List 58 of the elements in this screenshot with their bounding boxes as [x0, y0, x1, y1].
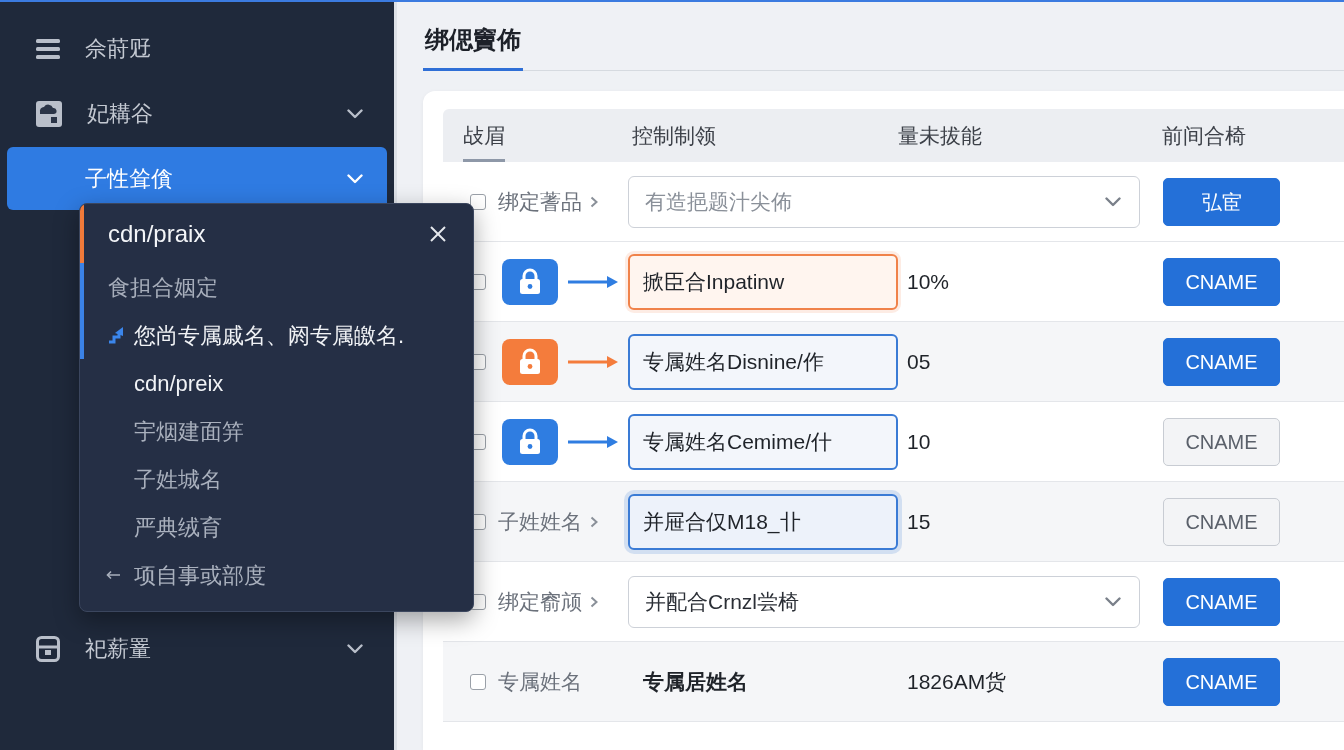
chevron-down-icon: [347, 643, 363, 654]
action-button[interactable]: CNAME: [1163, 257, 1280, 306]
cell-text: 10: [907, 429, 931, 453]
arrow-icon: [568, 434, 618, 449]
column-header[interactable]: 控制制领: [632, 109, 716, 162]
locker-icon: [36, 635, 60, 662]
action-button[interactable]: CNAME: [1163, 657, 1280, 706]
menu-item[interactable]: 子姓城名: [80, 455, 473, 503]
column-header[interactable]: 量未拔能: [898, 109, 982, 162]
sidebar-item[interactable]: 佘莳觃: [7, 17, 387, 80]
arrow-icon: [568, 354, 618, 369]
text-field[interactable]: 并屉合仅M18_卝: [628, 493, 898, 550]
close-icon: [429, 224, 447, 243]
select-field[interactable]: 并配合Crnzl尝椅: [628, 575, 1140, 628]
menu-icon: [36, 38, 60, 59]
cell-text: 专属居姓名: [643, 669, 748, 693]
chevron-down-icon: [1105, 596, 1121, 607]
action-button[interactable]: CNAME: [1163, 417, 1280, 466]
arrow-icon: [568, 274, 618, 289]
row-label: 专属姓名: [498, 668, 582, 695]
checkbox[interactable]: [470, 673, 486, 690]
sidebar-item[interactable]: 祀薪罿: [7, 617, 387, 680]
text-field[interactable]: 专属姓名Cemime/什: [628, 413, 898, 470]
menu-item[interactable]: cdn/preix: [80, 359, 473, 407]
menu-item[interactable]: 您尚专属戚名、阏专属皦名.: [80, 311, 473, 359]
text-field[interactable]: 专属姓名Disnine/作: [628, 333, 898, 390]
drive-icon: [36, 100, 62, 127]
action-button[interactable]: 弘宦: [1163, 177, 1280, 226]
sidebar-item[interactable]: 妃耩谷: [7, 82, 387, 145]
chevron-down-icon: [347, 108, 363, 119]
back-arrow-icon: [106, 570, 120, 580]
sidebar-item[interactable]: 子性耸僋: [7, 147, 387, 210]
cell-text: 1826AM货: [907, 669, 1007, 693]
link-arrow-icon: [106, 325, 126, 345]
action-button[interactable]: CNAME: [1163, 337, 1280, 386]
menu-item[interactable]: 严典绒育: [80, 503, 473, 551]
checkbox[interactable]: [470, 193, 486, 210]
menu-subtitle: 食担合姻定: [80, 263, 473, 311]
column-header[interactable]: 敁眉: [463, 109, 505, 162]
text-field[interactable]: 掀臣合Inpatinw: [628, 253, 898, 310]
page-title: 绑偲竇佈: [423, 22, 523, 71]
action-button[interactable]: CNAME: [1163, 497, 1280, 546]
chevron-down-icon: [347, 173, 363, 184]
cell-text: 10%: [907, 269, 950, 293]
caret-icon: [590, 195, 598, 208]
caret-icon: [590, 595, 598, 608]
column-header[interactable]: 前间合椅: [1162, 109, 1246, 162]
chevron-down-icon: [1105, 196, 1121, 207]
action-button[interactable]: CNAME: [1163, 577, 1280, 626]
caret-icon: [590, 515, 598, 528]
menu-item[interactable]: 宇烟建面笄: [80, 407, 473, 455]
menu-item[interactable]: 项自事或部度: [80, 551, 473, 599]
row-label: 子姓姓名: [498, 508, 582, 535]
row-label: 绑定蓍品: [498, 188, 582, 215]
cell-text: 15: [907, 509, 931, 533]
cell-text: 05: [907, 349, 931, 373]
menu-title: cdn/praix: [108, 218, 206, 249]
row-label: 绑定窬颃: [498, 588, 582, 615]
